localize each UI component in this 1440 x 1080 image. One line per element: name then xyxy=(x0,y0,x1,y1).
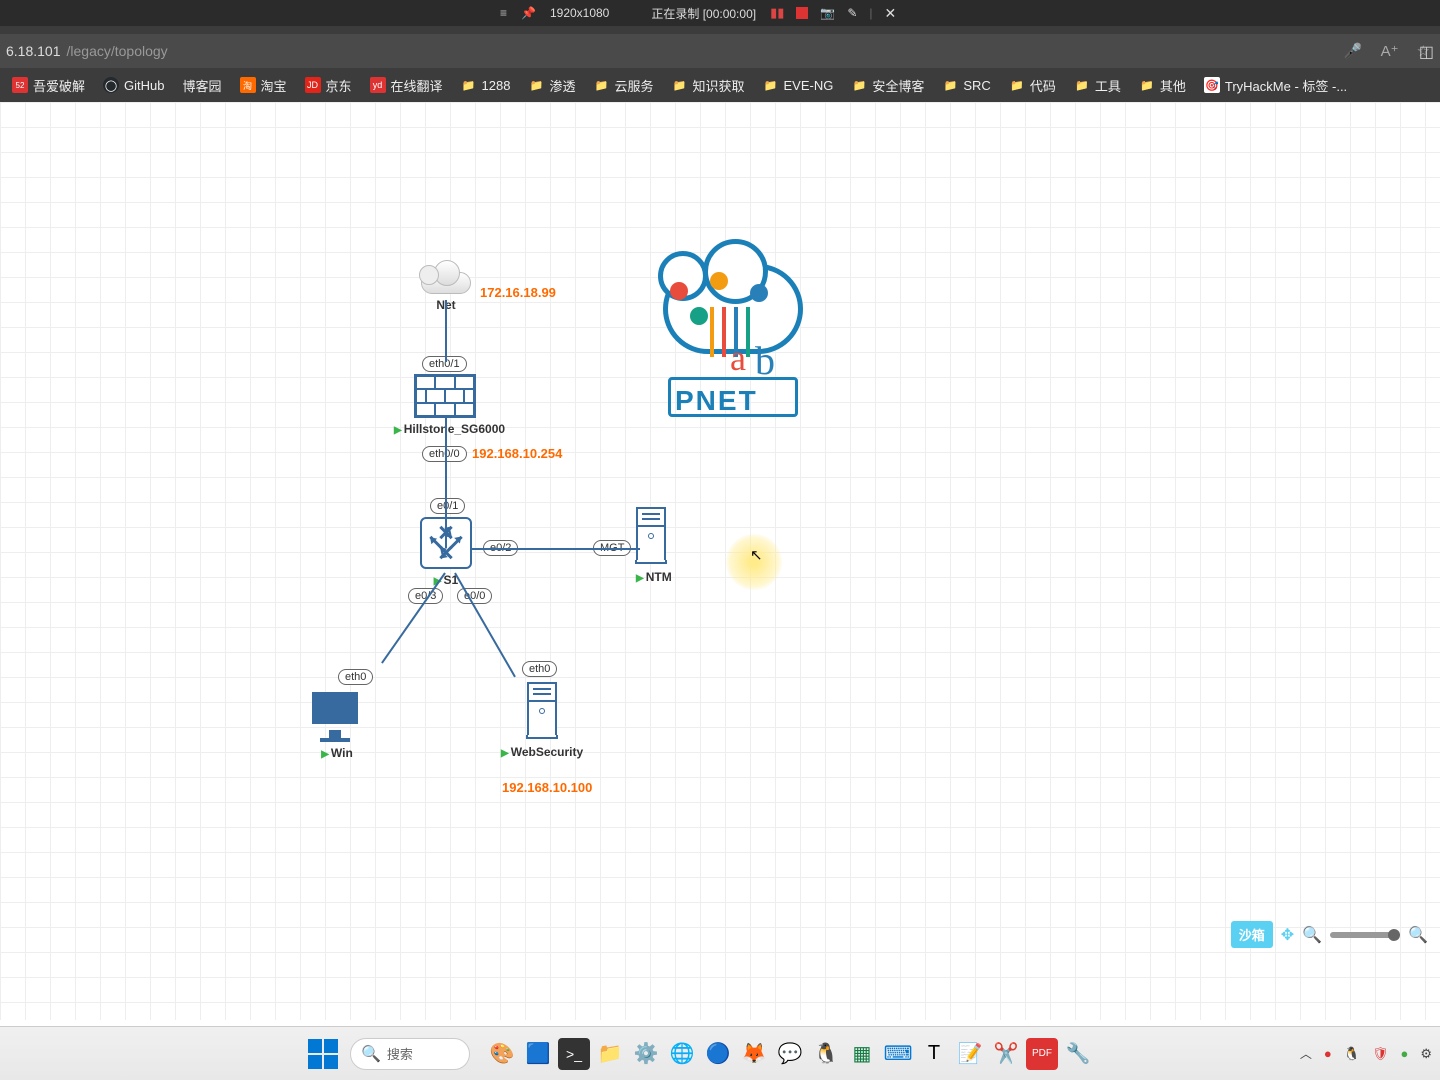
tray-record-icon[interactable]: ● xyxy=(1324,1046,1332,1061)
node-websecurity[interactable]: ▶WebSecurity xyxy=(527,682,583,759)
zoom-in-icon[interactable]: 🔍 xyxy=(1408,925,1428,945)
url-path: /legacy/topology xyxy=(67,43,168,59)
ip-websec: 192.168.10.100 xyxy=(502,780,592,795)
app-wechat[interactable]: 💬 xyxy=(774,1038,806,1070)
zoom-slider[interactable] xyxy=(1330,932,1400,938)
bookmark-eveng[interactable]: 📁EVE-NG xyxy=(757,74,840,96)
bookmark-pentest[interactable]: 📁渗透 xyxy=(522,73,581,98)
tray-app2-icon[interactable]: 🛡 xyxy=(1372,1046,1389,1062)
recorder-pause-icon[interactable]: ▮▮ xyxy=(770,5,784,21)
iface-win: eth0 xyxy=(338,669,373,685)
bookmark-youdao[interactable]: yd在线翻译 xyxy=(364,73,449,98)
app-pdf[interactable]: PDF xyxy=(1026,1038,1058,1070)
app-notes[interactable]: 📝 xyxy=(954,1038,986,1070)
iface-websec: eth0 xyxy=(522,661,557,677)
zoom-out-icon[interactable]: 🔍 xyxy=(1302,925,1322,945)
recorder-edit-icon[interactable]: ✎ xyxy=(847,6,857,20)
bookmark-taobao[interactable]: 淘淘宝 xyxy=(234,73,293,98)
app-excel[interactable]: ▦ xyxy=(846,1038,878,1070)
recorder-close-icon[interactable]: ✕ xyxy=(885,5,897,22)
ip-net: 172.16.18.99 xyxy=(480,285,556,300)
bookmark-tryhackme[interactable]: 🎯TryHackMe - 标签 -... xyxy=(1198,73,1353,98)
search-icon: 🔍 xyxy=(361,1044,381,1064)
link-fw-s1[interactable] xyxy=(445,416,447,548)
node-ntm[interactable]: ▶NTM xyxy=(636,507,672,584)
tray-steam-icon[interactable]: ⚙ xyxy=(1420,1046,1432,1062)
app-edge[interactable]: 🔵 xyxy=(702,1038,734,1070)
bookmark-tools[interactable]: 📁工具 xyxy=(1068,73,1127,98)
server-icon xyxy=(636,507,666,562)
tray-chevron-icon[interactable]: ︿ xyxy=(1300,1045,1312,1062)
link-s1-ntm[interactable] xyxy=(470,548,640,550)
app-firefox[interactable]: 🦊 xyxy=(738,1038,770,1070)
taskbar-search[interactable]: 🔍 搜索 xyxy=(350,1038,470,1070)
recorder-resolution: 1920x1080 xyxy=(550,6,609,20)
bookmark-knowledge[interactable]: 📁知识获取 xyxy=(666,73,751,98)
tray-app3-icon[interactable]: ● xyxy=(1400,1046,1408,1061)
bookmark-code[interactable]: 📁代码 xyxy=(1003,73,1062,98)
address-bar[interactable]: 6.18.101/legacy/topology 🎤 A⁺ ☆ xyxy=(0,34,1440,68)
system-tray: ︿ ● 🐧 🛡 ● ⚙ xyxy=(1300,1045,1432,1062)
app-widgets[interactable]: 🟦 xyxy=(522,1038,554,1070)
url-host: 6.18.101 xyxy=(6,43,61,59)
bookmark-jd[interactable]: JD京东 xyxy=(299,73,358,98)
center-icon[interactable]: ✥ xyxy=(1281,925,1294,945)
server-icon xyxy=(527,682,557,737)
screen-recorder-bar: ≡ 📌 1920x1080 正在录制 [00:00:00] ▮▮ 📷 ✎ | ✕ xyxy=(0,0,1440,26)
iface-s1-br: e0/0 xyxy=(457,588,492,604)
recorder-stop-icon[interactable] xyxy=(796,7,808,19)
recorder-pin-icon[interactable]: 📌 xyxy=(521,6,536,20)
iface-s1-top: e0/1 xyxy=(430,498,465,514)
bookmark-cloud[interactable]: 📁云服务 xyxy=(587,73,659,98)
app-qq[interactable]: 🐧 xyxy=(810,1038,842,1070)
bookmark-other[interactable]: 📁其他 xyxy=(1133,73,1192,98)
ip-fw: 192.168.10.254 xyxy=(472,446,562,461)
app-tool[interactable]: 🔧 xyxy=(1062,1038,1094,1070)
recorder-menu-icon[interactable]: ≡ xyxy=(500,6,507,20)
link-s1-win[interactable] xyxy=(381,572,446,663)
topology-canvas[interactable]: ab PNET ↖ Net 172.16.18.99 eth0/1 ▶Hills… xyxy=(0,102,1440,1020)
app-vscode[interactable]: ⌨ xyxy=(882,1038,914,1070)
reader-icon[interactable]: A⁺ xyxy=(1381,42,1399,60)
app-snip[interactable]: ✂️ xyxy=(990,1038,1022,1070)
app-terminal[interactable]: >_ xyxy=(558,1038,590,1070)
cursor-icon: ↖ xyxy=(750,546,763,564)
bookmark-src[interactable]: 📁SRC xyxy=(936,74,996,96)
app-settings[interactable]: ⚙️ xyxy=(630,1038,662,1070)
pnet-logo: ab PNET xyxy=(660,252,810,417)
windows-taskbar: 🔍 搜索 🎨 🟦 >_ 📁 ⚙️ 🌐 🔵 🦊 💬 🐧 ▦ ⌨ T 📝 ✂️ PD… xyxy=(0,1026,1440,1080)
link-net-fw[interactable] xyxy=(445,300,447,362)
sandbox-badge[interactable]: 沙箱 xyxy=(1231,921,1273,948)
bookmark-cnblogs[interactable]: 博客园 xyxy=(176,73,227,98)
bookmark-secblog[interactable]: 📁安全博客 xyxy=(845,73,930,98)
node-firewall[interactable]: ▶Hillstone_SG6000 xyxy=(414,374,505,436)
app-explorer[interactable]: 📁 xyxy=(594,1038,626,1070)
recorder-status: 正在录制 [00:00:00] xyxy=(651,5,756,22)
bookmarks-bar: 52吾爱破解 ◯GitHub 博客园 淘淘宝 JD京东 yd在线翻译 📁1288… xyxy=(0,68,1440,102)
voice-search-icon[interactable]: 🎤 xyxy=(1344,42,1363,60)
recorder-screenshot-icon[interactable]: 📷 xyxy=(820,6,835,20)
bookmark-wuai[interactable]: 52吾爱破解 xyxy=(6,73,91,98)
app-copilot[interactable]: 🎨 xyxy=(486,1038,518,1070)
bookmark-1288[interactable]: 📁1288 xyxy=(455,74,517,96)
node-win[interactable]: ▶Win xyxy=(312,692,362,760)
bookmark-github[interactable]: ◯GitHub xyxy=(97,74,170,96)
cloud-icon xyxy=(416,259,476,294)
start-button[interactable] xyxy=(308,1039,338,1069)
split-screen-icon[interactable]: ◫ xyxy=(1419,42,1434,62)
app-chrome[interactable]: 🌐 xyxy=(666,1038,698,1070)
canvas-controls: 沙箱 ✥ 🔍 🔍 xyxy=(1231,921,1428,948)
firewall-icon xyxy=(414,374,476,418)
pc-icon xyxy=(312,692,362,736)
tray-app1-icon[interactable]: 🐧 xyxy=(1344,1046,1360,1062)
app-typora[interactable]: T xyxy=(918,1038,950,1070)
